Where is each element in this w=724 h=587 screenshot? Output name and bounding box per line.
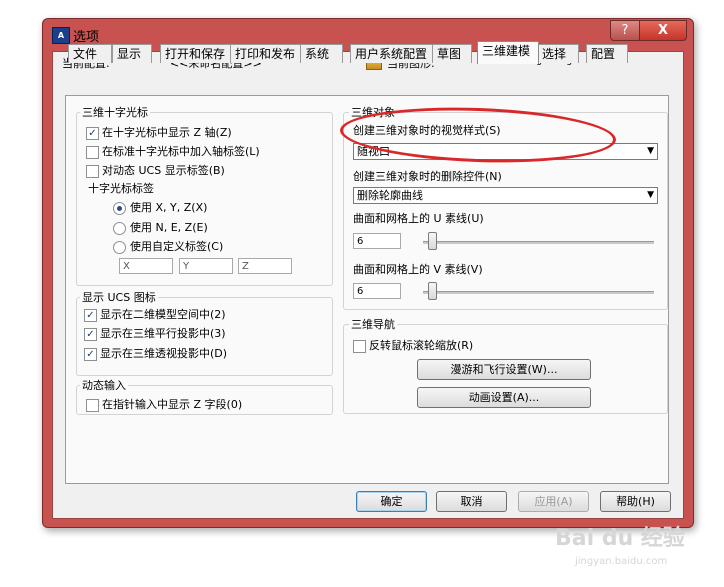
checkbox-box[interactable]: ✓ xyxy=(86,126,99,140)
visual-style-label: 创建三维对象时的视觉样式(S) xyxy=(353,124,501,137)
ucs-3d-perspective-checkbox[interactable]: ✓ 显示在三维透视投影中(D) xyxy=(84,345,227,361)
custom-z-label-input[interactable]: Z xyxy=(238,258,292,274)
u-isolines-label: 曲面和网格上的 U 素线(U) xyxy=(353,212,484,225)
tab-3d-modeling[interactable]: 三维建模 xyxy=(477,41,539,64)
tab-user-preferences[interactable]: 用户系统配置 xyxy=(350,44,434,63)
custom-y-label-input[interactable]: Y xyxy=(179,258,233,274)
walk-fly-settings-button[interactable]: 漫游和飞行设置(W)... xyxy=(417,359,591,380)
help-title-button[interactable]: ? xyxy=(610,20,640,41)
autocad-app-icon: A xyxy=(52,27,70,44)
tab-drafting[interactable]: 草图 xyxy=(432,44,472,63)
baidu-jingyan-logo: Bai du 经验 xyxy=(555,526,685,551)
u-isolines-slider-thumb[interactable] xyxy=(428,232,437,250)
checkbox-box[interactable]: ✓ xyxy=(84,347,97,361)
checkbox-box[interactable]: ✓ xyxy=(84,327,97,341)
crosshairs-group-title: 三维十字光标 xyxy=(80,104,150,120)
apply-button[interactable]: 应用(A) xyxy=(518,491,589,512)
label-axes-checkbox[interactable]: 在标准十字光标中加入轴标签(L) xyxy=(86,143,260,159)
baidu-jingyan-url: jingyan.baidu.com xyxy=(575,556,668,567)
checkbox-box[interactable] xyxy=(86,164,99,178)
3d-navigation-group-title: 三维导航 xyxy=(349,316,397,332)
dynamic-ucs-checkbox[interactable]: 对动态 UCS 显示标签(B) xyxy=(86,162,225,178)
reverse-wheel-zoom-checkbox[interactable]: 反转鼠标滚轮缩放(R) xyxy=(353,337,473,353)
3d-objects-group-title: 三维对象 xyxy=(349,104,397,120)
help-button[interactable]: 帮助(H) xyxy=(600,491,671,512)
visual-style-select[interactable]: 随视口 ▼ xyxy=(353,143,658,160)
deletion-control-select[interactable]: 删除轮廓曲线 ▼ xyxy=(353,187,658,204)
radio-dot[interactable] xyxy=(113,240,126,254)
close-button[interactable]: X xyxy=(639,20,687,41)
v-isolines-slider-track[interactable] xyxy=(423,291,654,294)
tab-system[interactable]: 系统 xyxy=(300,44,343,63)
ok-button[interactable]: 确定 xyxy=(356,491,427,512)
checkbox-box[interactable]: ✓ xyxy=(84,308,97,322)
radio-use-custom[interactable]: 使用自定义标签(C) xyxy=(113,238,223,254)
show-z-axis-checkbox[interactable]: ✓ 在十字光标中显示 Z 轴(Z) xyxy=(86,124,232,140)
cancel-button[interactable]: 取消 xyxy=(436,491,507,512)
custom-x-label-input[interactable]: X xyxy=(119,258,173,274)
tab-profiles[interactable]: 配置 xyxy=(586,44,628,63)
tab-display[interactable]: 显示 xyxy=(112,44,152,63)
radio-dot[interactable] xyxy=(113,201,126,215)
radio-use-xyz[interactable]: 使用 X, Y, Z(X) xyxy=(113,199,207,215)
v-isolines-slider-thumb[interactable] xyxy=(428,282,437,300)
tab-selection[interactable]: 选择 xyxy=(537,44,579,63)
crosshair-labels-title: 十字光标标签 xyxy=(88,182,154,195)
tab-open-save[interactable]: 打开和保存 xyxy=(160,44,231,63)
u-isolines-input[interactable]: 6 xyxy=(353,233,401,249)
checkbox-box[interactable] xyxy=(86,145,99,159)
ucs-3d-parallel-checkbox[interactable]: ✓ 显示在三维平行投影中(3) xyxy=(84,325,226,341)
dropdown-arrow-icon: ▼ xyxy=(647,146,654,156)
checkbox-box[interactable] xyxy=(353,339,366,353)
radio-use-nez[interactable]: 使用 N, E, Z(E) xyxy=(113,219,208,235)
u-isolines-slider-track[interactable] xyxy=(423,241,654,244)
ucs-icon-group-title: 显示 UCS 图标 xyxy=(80,289,158,305)
checkbox-box[interactable] xyxy=(86,398,99,412)
tab-plot-publish[interactable]: 打印和发布 xyxy=(230,44,301,63)
dialog-title: 选项 xyxy=(73,30,100,45)
ucs-2d-model-checkbox[interactable]: ✓ 显示在二维模型空间中(2) xyxy=(84,306,226,322)
v-isolines-input[interactable]: 6 xyxy=(353,283,401,299)
show-z-field-checkbox[interactable]: 在指针输入中显示 Z 字段(0) xyxy=(86,396,242,412)
v-isolines-label: 曲面和网格上的 V 素线(V) xyxy=(353,263,483,276)
tab-files[interactable]: 文件 xyxy=(68,44,112,63)
dynamic-input-group-title: 动态输入 xyxy=(80,377,128,393)
animation-settings-button[interactable]: 动画设置(A)... xyxy=(417,387,591,408)
deletion-control-label: 创建三维对象时的删除控件(N) xyxy=(353,170,502,183)
dropdown-arrow-icon: ▼ xyxy=(647,190,654,200)
radio-dot[interactable] xyxy=(113,221,126,235)
